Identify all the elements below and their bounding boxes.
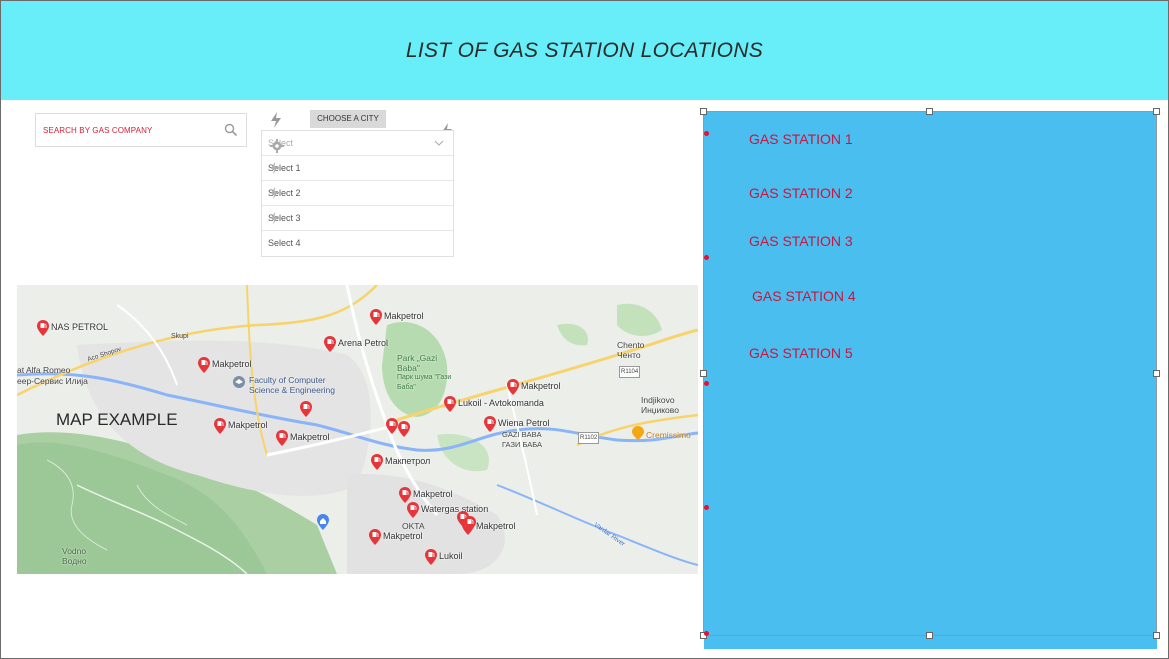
- gas-station-pin-label: Makpetrol: [290, 432, 330, 442]
- dropdown-option[interactable]: Select 4: [262, 231, 453, 256]
- page-header: LIST OF GAS STATION LOCATIONS: [1, 1, 1168, 100]
- choose-city-button[interactable]: CHOOSE A CITY: [310, 110, 386, 128]
- gas-station-pin-icon[interactable]: [371, 454, 383, 470]
- gas-station-pin-icon[interactable]: [425, 549, 437, 565]
- search-icon[interactable]: [224, 123, 238, 137]
- anchor-dot: [704, 255, 709, 260]
- city-dropdown[interactable]: Select Select 1 Select 2 Select 3 Select…: [261, 130, 454, 257]
- location-marker-icon[interactable]: [317, 514, 329, 530]
- gas-station-pin-icon[interactable]: [214, 418, 226, 434]
- place-label: at Alfa Romeo: [17, 365, 71, 375]
- gas-station-pin-label: Makpetrol: [383, 531, 423, 541]
- lightning-bolt-icon: [271, 112, 281, 128]
- gas-station-pin-label: Wiena Petrol: [498, 418, 550, 428]
- gas-station-pin-label: Watergas station: [421, 504, 489, 514]
- search-placeholder: SEARCH BY GAS COMPANY: [43, 126, 153, 135]
- place-label: Faculty of Computer Science & Engineerin…: [249, 375, 336, 395]
- anchor-dot: [704, 131, 709, 136]
- gas-station-pin-label: Makpetrol: [212, 359, 252, 369]
- resize-handle[interactable]: [1153, 108, 1160, 115]
- gas-station-pin-icon[interactable]: [324, 336, 336, 352]
- lightning-bolt-icon: [270, 161, 279, 175]
- gas-station-item[interactable]: GAS STATION 3: [749, 233, 853, 249]
- gas-station-pin-icon[interactable]: [276, 430, 288, 446]
- gas-station-pin-label: Makpetrol: [228, 420, 268, 430]
- road-badge: R1102: [578, 432, 600, 444]
- gas-station-pin-icon[interactable]: [398, 421, 410, 437]
- gas-station-pin-icon[interactable]: [464, 516, 476, 532]
- anchor-dot: [704, 505, 709, 510]
- road-badge: R1104: [619, 366, 641, 378]
- gas-station-pin-label: Makpetrol: [476, 521, 516, 531]
- dropdown-option-label: Select 4: [268, 238, 301, 248]
- gas-station-item[interactable]: GAS STATION 4: [752, 288, 856, 304]
- anchor-dot: [704, 631, 709, 636]
- gas-station-pin-icon[interactable]: [198, 357, 210, 373]
- place-label: еер-Сервис Илија: [17, 376, 88, 386]
- dropdown-selected[interactable]: Select: [262, 131, 453, 156]
- map-view[interactable]: MAP EXAMPLE at Alfa Romeo еер-Сервис Или…: [17, 285, 698, 574]
- food-marker-icon[interactable]: [632, 426, 644, 440]
- resize-handle[interactable]: [1153, 632, 1160, 639]
- gas-station-pin-icon[interactable]: [300, 401, 312, 417]
- resize-handle[interactable]: [700, 108, 707, 115]
- gas-station-pin-icon[interactable]: [37, 320, 49, 336]
- gas-station-pin-label: Arena Petrol: [338, 338, 389, 348]
- gas-station-pin-label: Makpetrol: [521, 381, 561, 391]
- page-title: LIST OF GAS STATION LOCATIONS: [405, 39, 764, 62]
- gas-station-pin-label: Макпетрол: [385, 456, 431, 466]
- gas-station-pin-label: NAS PETROL: [51, 322, 109, 332]
- place-label: OKTA: [402, 521, 425, 531]
- gas-station-pin-label: Lukoil - Avtokomanda: [458, 398, 544, 408]
- gas-station-pin-label: Lukoil: [439, 551, 463, 561]
- place-label: Vodno Водно: [62, 546, 87, 566]
- resize-handle[interactable]: [700, 370, 707, 377]
- gas-station-pin-icon[interactable]: [370, 309, 382, 325]
- gas-station-pin-icon[interactable]: [444, 396, 456, 412]
- gas-station-pin-icon[interactable]: [407, 502, 419, 518]
- gas-station-pin-icon[interactable]: [369, 529, 381, 545]
- place-label: Cremissimo: [646, 430, 691, 440]
- gas-station-item[interactable]: GAS STATION 2: [749, 185, 853, 201]
- place-label: Park „Gazi Baba": [397, 353, 438, 373]
- place-label: Chento Ченто: [617, 340, 645, 360]
- gas-station-item[interactable]: GAS STATION 1: [749, 131, 853, 147]
- place-label: GAZI BABA ГАЗИ БАБА: [502, 430, 543, 449]
- anchor-dot: [704, 381, 709, 386]
- search-input[interactable]: SEARCH BY GAS COMPANY: [35, 113, 247, 147]
- place-label: Indjikovo Инџиково: [641, 395, 679, 415]
- map-example-label: MAP EXAMPLE: [56, 410, 178, 429]
- school-icon: [233, 376, 245, 388]
- resize-handle[interactable]: [926, 108, 933, 115]
- resize-handle[interactable]: [1153, 370, 1160, 377]
- place-label: Парк шума "Гази Баба": [397, 374, 452, 391]
- dropdown-option[interactable]: Select 3: [262, 206, 453, 231]
- lightning-bolt-icon: [270, 186, 279, 200]
- lightning-bolt-icon: [270, 211, 279, 225]
- dropdown-option[interactable]: Select 2: [262, 181, 453, 206]
- gear-icon: [270, 139, 284, 153]
- chevron-down-icon[interactable]: [434, 139, 444, 147]
- gas-station-pin-icon[interactable]: [399, 487, 411, 503]
- dropdown-option[interactable]: Select 1: [262, 156, 453, 181]
- resize-handle[interactable]: [926, 632, 933, 639]
- gas-station-item[interactable]: GAS STATION 5: [749, 345, 853, 361]
- gas-station-pin-icon[interactable]: [484, 416, 496, 432]
- gas-station-pin-label: Makpetrol: [384, 311, 424, 321]
- gas-station-pin-label: Makpetrol: [413, 489, 453, 499]
- gas-station-pin-icon[interactable]: [507, 379, 519, 395]
- place-label: Skupi: [171, 333, 189, 340]
- gas-station-pin-icon[interactable]: [386, 418, 398, 434]
